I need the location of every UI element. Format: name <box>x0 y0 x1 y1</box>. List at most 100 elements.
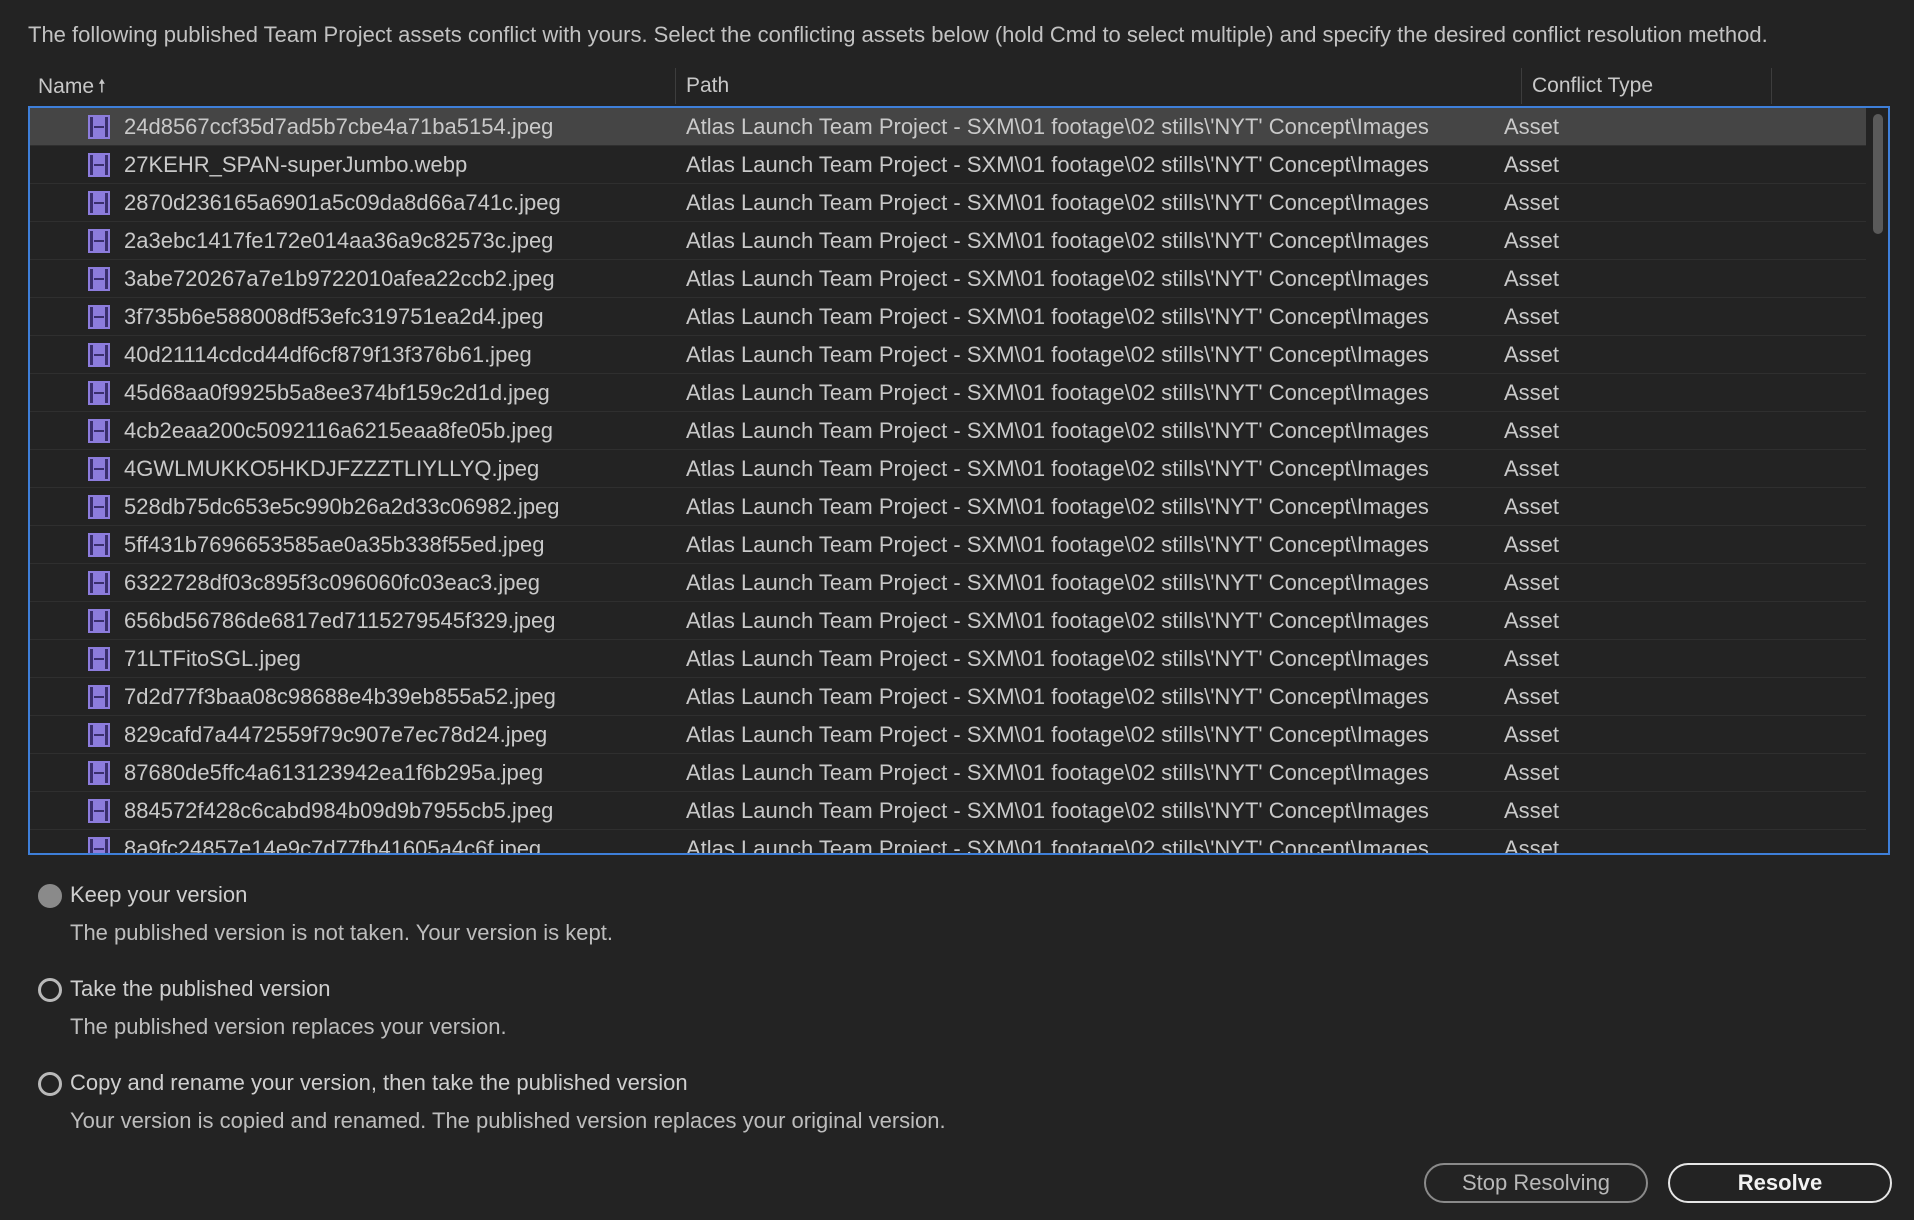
video-file-icon <box>88 571 110 595</box>
asset-name: 2870d236165a6901a5c09da8d66a741c.jpeg <box>124 190 561 215</box>
asset-name: 4cb2eaa200c5092116a6215eaa8fe05b.jpeg <box>124 418 554 443</box>
resolve-button[interactable]: Resolve <box>1668 1163 1892 1203</box>
asset-path: Atlas Launch Team Project - SXM\01 foota… <box>686 798 1429 823</box>
table-row[interactable]: 3f735b6e588008df53efc319751ea2d4.jpeg Atl… <box>30 298 1866 336</box>
video-file-icon <box>88 343 110 367</box>
asset-path: Atlas Launch Team Project - SXM\01 foota… <box>686 380 1429 405</box>
vertical-scrollbar[interactable] <box>1870 108 1886 853</box>
table-row[interactable]: 656bd56786de6817ed7115279545f329.jpeg Atl… <box>30 602 1866 640</box>
option-label[interactable]: Copy and rename your version, then take … <box>70 1070 688 1096</box>
asset-conflict-type: Asset <box>1504 798 1560 823</box>
asset-path: Atlas Launch Team Project - SXM\01 foota… <box>686 456 1429 481</box>
video-file-icon <box>88 837 110 853</box>
asset-path: Atlas Launch Team Project - SXM\01 foota… <box>686 494 1429 519</box>
asset-conflict-type: Asset <box>1504 304 1560 329</box>
asset-path: Atlas Launch Team Project - SXM\01 foota… <box>686 304 1429 329</box>
video-file-icon <box>88 799 110 823</box>
asset-name: 71LTFitoSGL.jpeg <box>124 646 301 671</box>
asset-path: Atlas Launch Team Project - SXM\01 foota… <box>686 342 1429 367</box>
table-row[interactable]: 6322728df03c895f3c096060fc03eac3.jpeg Atl… <box>30 564 1866 602</box>
table-row[interactable]: 8a9fc24857e14e9c7d77fb41605a4c6f.jpeg Atl… <box>30 830 1866 853</box>
video-file-icon <box>88 267 110 291</box>
video-file-icon <box>88 191 110 215</box>
option-label[interactable]: Take the published version <box>70 976 331 1002</box>
table-row[interactable]: 5ff431b7696653585ae0a35b338f55ed.jpeg Atl… <box>30 526 1866 564</box>
asset-path: Atlas Launch Team Project - SXM\01 foota… <box>686 266 1429 291</box>
asset-path: Atlas Launch Team Project - SXM\01 foota… <box>686 722 1429 747</box>
table-row[interactable]: 2870d236165a6901a5c09da8d66a741c.jpeg Atl… <box>30 184 1866 222</box>
scrollbar-thumb[interactable] <box>1873 114 1883 234</box>
column-header-conflict-type[interactable]: Conflict Type <box>1522 68 1772 104</box>
column-header-conflict-type-label: Conflict Type <box>1532 74 1654 97</box>
asset-path: Atlas Launch Team Project - SXM\01 foota… <box>686 114 1429 139</box>
column-header-path[interactable]: Path <box>676 68 1522 104</box>
table-row[interactable]: 884572f428c6cabd984b09d9b7955cb5.jpeg Atl… <box>30 792 1866 830</box>
asset-path: Atlas Launch Team Project - SXM\01 foota… <box>686 684 1429 709</box>
video-file-icon <box>88 647 110 671</box>
table-row[interactable]: 4GWLMUKKO5HKDJFZZZTLIYLLYQ.jpeg Atlas Lau… <box>30 450 1866 488</box>
asset-conflict-type: Asset <box>1504 722 1560 747</box>
asset-name: 3f735b6e588008df53efc319751ea2d4.jpeg <box>124 304 544 329</box>
asset-conflict-type: Asset <box>1504 456 1560 481</box>
table-row[interactable]: 24d8567ccf35d7ad5b7cbe4a71ba5154.jpeg Atl… <box>30 108 1866 146</box>
radio-button[interactable] <box>38 1072 62 1096</box>
column-header-name[interactable]: Name 🠕 <box>28 68 676 104</box>
asset-conflict-type: Asset <box>1504 570 1560 595</box>
column-header-path-label: Path <box>686 74 730 97</box>
video-file-icon <box>88 457 110 481</box>
asset-conflict-type: Asset <box>1504 266 1560 291</box>
asset-conflict-type: Asset <box>1504 494 1560 519</box>
asset-name: 656bd56786de6817ed7115279545f329.jpeg <box>124 608 556 633</box>
table-row[interactable]: 2a3ebc1417fe172e014aa36a9c82573c.jpeg Atl… <box>30 222 1866 260</box>
table-row[interactable]: 40d21114cdcd44df6cf879f13f376b61.jpeg Atl… <box>30 336 1866 374</box>
asset-conflict-type: Asset <box>1504 380 1560 405</box>
video-file-icon <box>88 609 110 633</box>
stop-resolving-button[interactable]: Stop Resolving <box>1424 1163 1648 1203</box>
option-description: The published version is not taken. Your… <box>70 920 613 945</box>
asset-conflict-type: Asset <box>1504 760 1560 785</box>
table-row[interactable]: 829cafd7a4472559f79c907e7ec78d24.jpeg Atl… <box>30 716 1866 754</box>
video-file-icon <box>88 305 110 329</box>
video-file-icon <box>88 419 110 443</box>
instructions-text: The following published Team Project ass… <box>28 22 1768 47</box>
asset-name: 829cafd7a4472559f79c907e7ec78d24.jpeg <box>124 722 548 747</box>
asset-conflict-type: Asset <box>1504 342 1560 367</box>
asset-name: 6322728df03c895f3c096060fc03eac3.jpeg <box>124 570 540 595</box>
asset-conflict-type: Asset <box>1504 114 1560 139</box>
table-row[interactable]: 4cb2eaa200c5092116a6215eaa8fe05b.jpeg Atl… <box>30 412 1866 450</box>
asset-path: Atlas Launch Team Project - SXM\01 foota… <box>686 152 1429 177</box>
video-file-icon <box>88 229 110 253</box>
table-row[interactable]: 87680de5ffc4a613123942ea1f6b295a.jpeg Atl… <box>30 754 1866 792</box>
asset-name: 45d68aa0f9925b5a8ee374bf159c2d1d.jpeg <box>124 380 550 405</box>
asset-name: 528db75dc653e5c990b26a2d33c06982.jpeg <box>124 494 560 519</box>
table-header: Name 🠕 Path Conflict Type <box>28 68 1772 106</box>
table-row[interactable]: 7d2d77f3baa08c98688e4b39eb855a52.jpeg Atl… <box>30 678 1866 716</box>
asset-name: 2a3ebc1417fe172e014aa36a9c82573c.jpeg <box>124 228 554 253</box>
video-file-icon <box>88 761 110 785</box>
asset-conflict-type: Asset <box>1504 608 1560 633</box>
column-header-name-label: Name <box>38 75 95 98</box>
asset-conflict-type: Asset <box>1504 190 1560 215</box>
asset-conflict-type: Asset <box>1504 684 1560 709</box>
video-file-icon <box>88 723 110 747</box>
table-row[interactable]: 27KEHR_SPAN-superJumbo.webp Atlas Launch … <box>30 146 1866 184</box>
asset-name: 40d21114cdcd44df6cf879f13f376b61.jpeg <box>124 342 532 367</box>
video-file-icon <box>88 685 110 709</box>
table-row[interactable]: 528db75dc653e5c990b26a2d33c06982.jpeg Atl… <box>30 488 1866 526</box>
asset-path: Atlas Launch Team Project - SXM\01 foota… <box>686 418 1429 443</box>
video-file-icon <box>88 533 110 557</box>
asset-name: 5ff431b7696653585ae0a35b338f55ed.jpeg <box>124 532 545 557</box>
option-label[interactable]: Keep your version <box>70 882 247 908</box>
asset-name: 87680de5ffc4a613123942ea1f6b295a.jpeg <box>124 760 544 785</box>
table-row[interactable]: 71LTFitoSGL.jpeg Atlas Launch Team Projec… <box>30 640 1866 678</box>
asset-path: Atlas Launch Team Project - SXM\01 foota… <box>686 608 1429 633</box>
conflict-asset-list[interactable]: 24d8567ccf35d7ad5b7cbe4a71ba5154.jpeg Atl… <box>28 106 1890 855</box>
asset-name: 3abe720267a7e1b9722010afea22ccb2.jpeg <box>124 266 555 291</box>
asset-conflict-type: Asset <box>1504 152 1560 177</box>
radio-button[interactable] <box>38 978 62 1002</box>
radio-button[interactable] <box>38 884 62 908</box>
table-row[interactable]: 3abe720267a7e1b9722010afea22ccb2.jpeg Atl… <box>30 260 1866 298</box>
asset-rows: 24d8567ccf35d7ad5b7cbe4a71ba5154.jpeg Atl… <box>30 108 1866 853</box>
asset-conflict-type: Asset <box>1504 228 1560 253</box>
table-row[interactable]: 45d68aa0f9925b5a8ee374bf159c2d1d.jpeg Atl… <box>30 374 1866 412</box>
